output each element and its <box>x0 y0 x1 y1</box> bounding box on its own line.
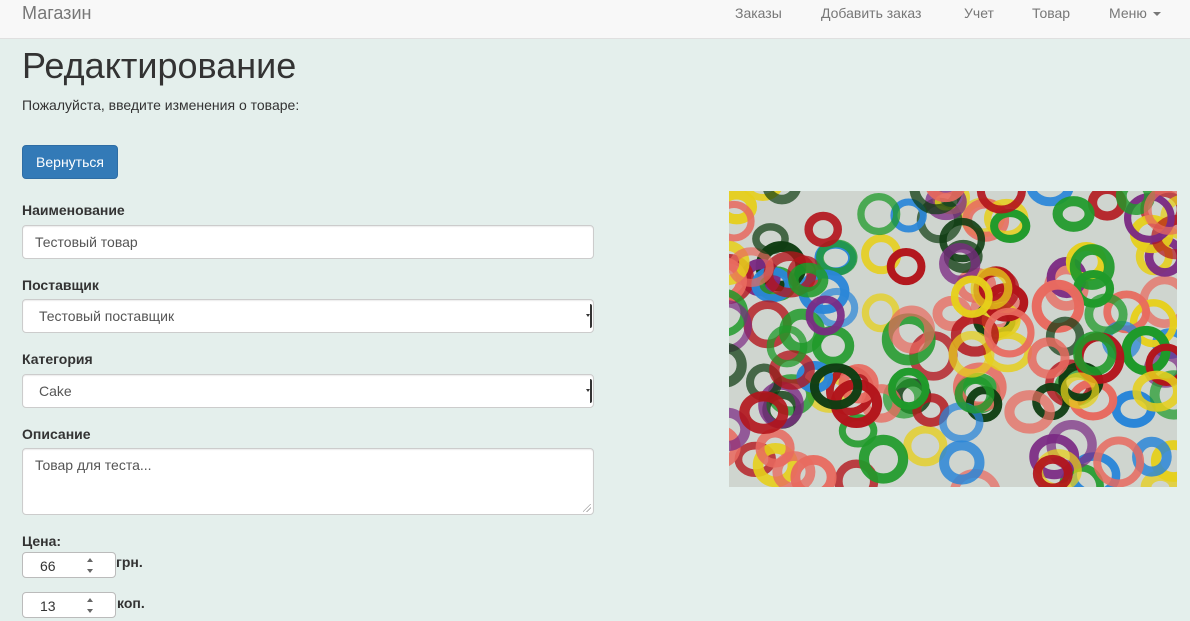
product-image <box>729 191 1177 487</box>
brand-link[interactable]: Магазин <box>22 0 91 26</box>
nav-menu-dropdown[interactable]: Меню <box>1109 0 1161 26</box>
price-hryvnia-value: 66 <box>40 558 56 574</box>
supplier-select-value: Тестовый поставщик <box>39 308 175 324</box>
caret-down-icon <box>1152 12 1161 17</box>
price-hryvnia-input[interactable]: 66 <box>22 552 116 578</box>
resize-grip-icon[interactable] <box>583 504 591 512</box>
page-subtitle: Пожалуйста, введите изменения о товаре: <box>22 97 300 113</box>
supplier-label: Поставщик <box>22 277 99 293</box>
product-photo-icon <box>729 191 1177 487</box>
spinner-icon[interactable] <box>87 558 95 573</box>
description-value: Товар для теста... <box>35 457 152 473</box>
name-label: Наименование <box>22 202 125 218</box>
back-button[interactable]: Вернуться <box>22 145 118 179</box>
navbar: Магазин Заказы Добавить заказ Учет Товар… <box>0 0 1190 39</box>
nav-orders[interactable]: Заказы <box>735 0 782 26</box>
nav-menu-label: Меню <box>1109 5 1147 21</box>
select-arrow-icon <box>586 304 592 328</box>
category-select-value: Cake <box>39 383 72 399</box>
kopeks-unit: коп. <box>117 595 145 611</box>
description-label: Описание <box>22 426 91 442</box>
page-title: Редактирование <box>22 45 297 86</box>
supplier-select[interactable]: Тестовый поставщик <box>22 299 594 333</box>
nav-accounting[interactable]: Учет <box>964 0 994 26</box>
description-textarea[interactable]: Товар для теста... <box>22 448 594 515</box>
price-kopeks-value: 13 <box>40 598 56 614</box>
spinner-icon[interactable] <box>87 598 95 613</box>
nav-products[interactable]: Товар <box>1032 0 1070 26</box>
name-input-value: Тестовый товар <box>35 234 138 250</box>
hryvnia-unit: грн. <box>116 554 143 570</box>
nav-add-order[interactable]: Добавить заказ <box>821 0 921 26</box>
price-label: Цена: <box>22 533 62 549</box>
category-select[interactable]: Cake <box>22 374 594 408</box>
select-arrow-icon <box>586 379 592 403</box>
category-label: Категория <box>22 351 93 367</box>
name-input[interactable]: Тестовый товар <box>22 225 594 259</box>
price-kopeks-input[interactable]: 13 <box>22 592 116 618</box>
